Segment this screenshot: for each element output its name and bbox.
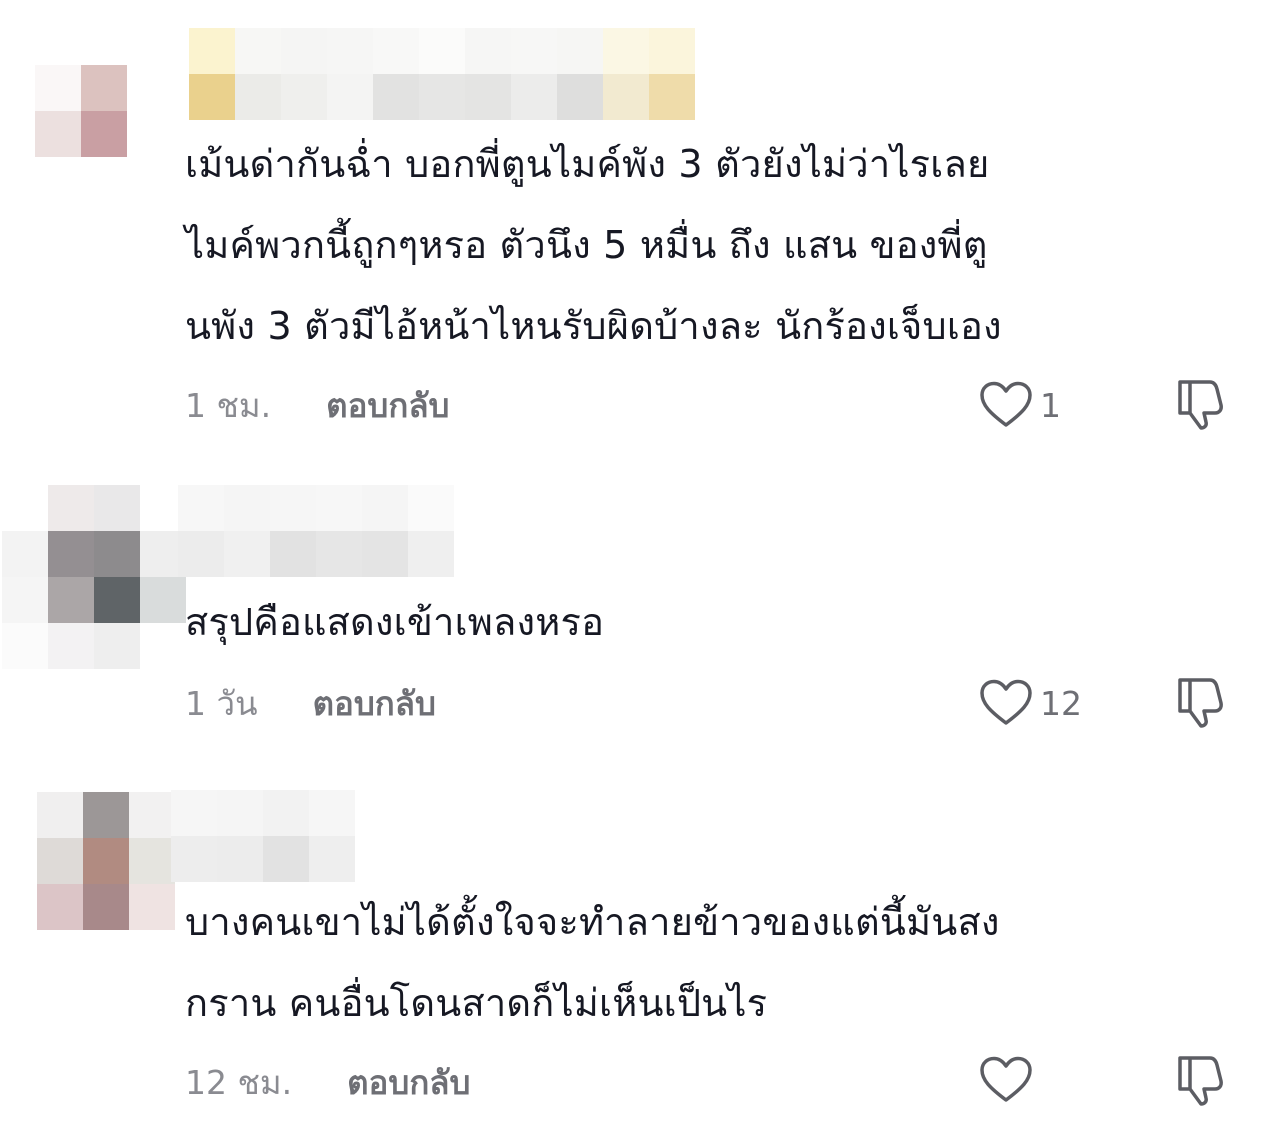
comment-item: บางคนเขาไม่ได้ตั้งใจจะทำลายข้าวของแต่นี้… [0,780,1280,1130]
username-pixelated[interactable] [171,790,355,882]
thumbs-down-outline-icon [1178,1056,1223,1106]
avatar[interactable] [37,792,175,930]
username-pixelated[interactable] [189,28,695,120]
comment-time: 1 ชม. [185,385,272,425]
comment-item: เม้นด่ากันฉ่ำ บอกพี่ตูนไมค์พัง 3 ตัวยังไ… [0,0,1280,450]
dislike-button[interactable] [1172,1051,1228,1107]
like-count: 1 [1040,385,1061,425]
like-button[interactable]: 12 [978,678,1082,728]
heart-outline-icon [980,381,1032,427]
comment-item: สรุปคือแสดงเข้าเพลงหรอ 1 วัน ตอบกลับ 12 [0,470,1280,750]
heart-outline-icon [980,679,1032,725]
reply-button[interactable]: ตอบกลับ [347,1056,470,1109]
comment-text: สรุปคือแสดงเข้าเพลงหรอ [185,600,605,644]
like-button[interactable] [978,1055,1040,1105]
username-pixelated[interactable] [178,485,454,577]
reply-button[interactable]: ตอบกลับ [313,677,436,730]
comment-meta: 12 ชม. ตอบกลับ [185,1057,470,1107]
comment-time: 1 วัน [185,683,258,723]
comment-text: เม้นด่ากันฉ่ำ บอกพี่ตูนไมค์พัง 3 ตัวยังไ… [185,142,1002,348]
like-count: 12 [1040,683,1082,723]
like-button[interactable]: 1 [978,380,1061,430]
reply-button[interactable]: ตอบกลับ [326,379,449,432]
avatar[interactable] [2,485,186,669]
avatar[interactable] [35,65,127,157]
comment-text: บางคนเขาไม่ได้ตั้งใจจะทำลายข้าวของแต่นี้… [185,900,1000,1025]
dislike-button[interactable] [1172,673,1228,729]
dislike-button[interactable] [1172,375,1228,431]
comment-time: 12 ชม. [185,1062,293,1102]
thumbs-down-outline-icon [1178,678,1223,728]
comment-meta: 1 วัน ตอบกลับ [185,678,436,728]
comment-meta: 1 ชม. ตอบกลับ [185,380,450,430]
thumbs-down-outline-icon [1178,380,1223,430]
heart-outline-icon [980,1056,1032,1102]
